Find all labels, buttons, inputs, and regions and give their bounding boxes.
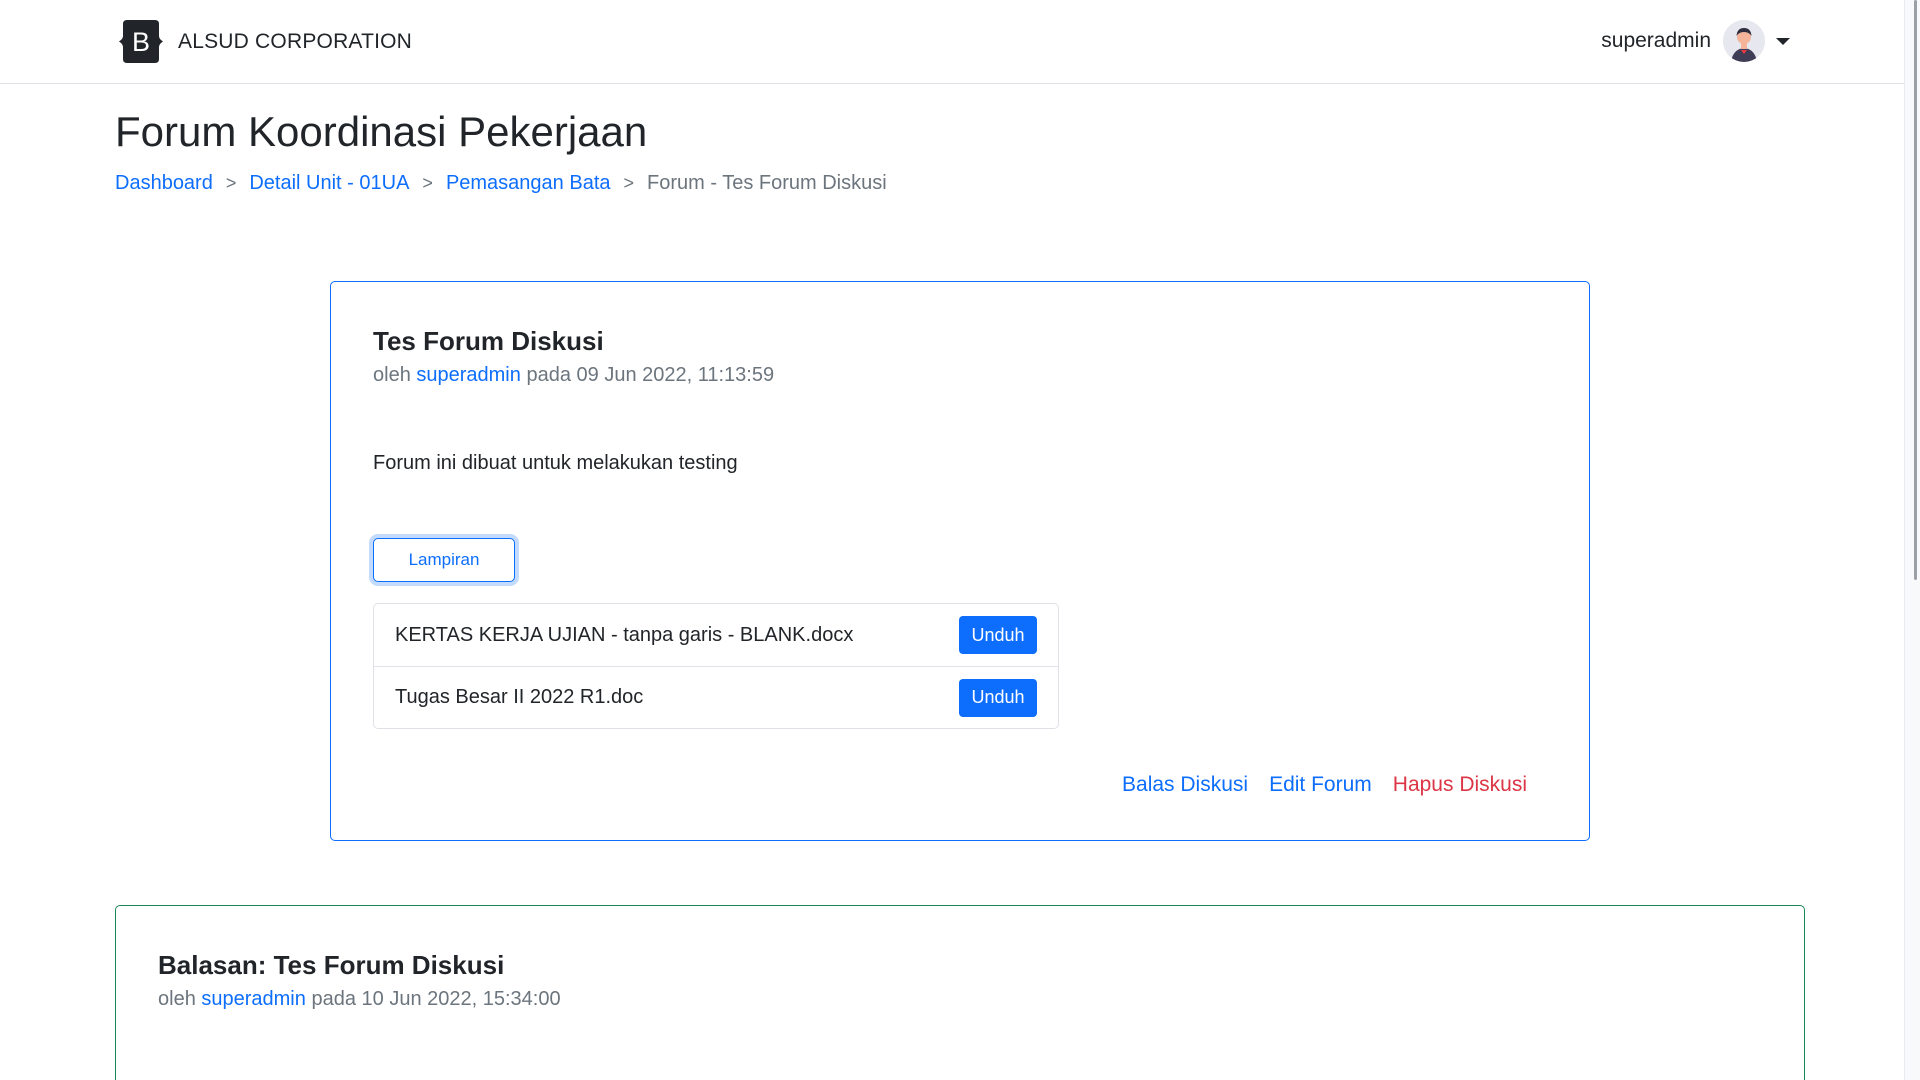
- attachment-filename: Tugas Besar II 2022 R1.doc: [395, 686, 644, 708]
- post-meta: oleh superadmin pada 09 Jun 2022, 11:13:…: [373, 364, 774, 387]
- avatar[interactable]: [1723, 20, 1765, 62]
- breadcrumb: Dashboard > Detail Unit - 01UA > Pemasan…: [115, 172, 887, 195]
- user-avatar-icon: [1723, 20, 1765, 62]
- post-author-link[interactable]: superadmin: [416, 364, 521, 386]
- download-button[interactable]: Unduh: [959, 678, 1037, 717]
- svg-text:B: B: [132, 27, 150, 57]
- breadcrumb-link-detail-unit[interactable]: Detail Unit - 01UA: [249, 172, 409, 195]
- scrollbar-thumb[interactable]: [1914, 0, 1917, 580]
- attachment-filename: KERTAS KERJA UJIAN - tanpa garis - BLANK…: [395, 623, 854, 646]
- bootstrap-logo-icon: B: [119, 20, 163, 63]
- meta-middle: pada: [311, 988, 356, 1010]
- reply-author-link[interactable]: superadmin: [201, 988, 306, 1010]
- reply-card: Balasan: Tes Forum Diskusi oleh superadm…: [115, 905, 1805, 1080]
- breadcrumb-link-pemasangan-bata[interactable]: Pemasangan Bata: [446, 172, 611, 195]
- attachment-list: KERTAS KERJA UJIAN - tanpa garis - BLANK…: [373, 603, 1059, 729]
- page-title: Forum Koordinasi Pekerjaan: [115, 108, 648, 155]
- page-scrollbar[interactable]: [1904, 0, 1920, 1080]
- username-label: superadmin: [1601, 29, 1711, 52]
- breadcrumb-current: Forum - Tes Forum Diskusi: [647, 172, 887, 194]
- edit-forum-link[interactable]: Edit Forum: [1269, 773, 1372, 797]
- reply-meta: oleh superadmin pada 10 Jun 2022, 15:34:…: [158, 988, 561, 1011]
- list-item: Tugas Besar II 2022 R1.doc Unduh: [374, 666, 1058, 728]
- top-navbar: B ALSUD CORPORATION superadmin: [0, 0, 1904, 84]
- reply-discussion-link[interactable]: Balas Diskusi: [1122, 773, 1248, 797]
- post-title: Tes Forum Diskusi: [373, 326, 604, 356]
- breadcrumb-separator: >: [623, 173, 635, 193]
- meta-prefix: oleh: [158, 988, 196, 1010]
- user-menu[interactable]: superadmin: [1601, 20, 1790, 62]
- post-actions: Balas Diskusi Edit Forum Hapus Diskusi: [1101, 773, 1527, 797]
- forum-post-card: Tes Forum Diskusi oleh superadmin pada 0…: [330, 281, 1590, 841]
- post-body: Forum ini dibuat untuk melakukan testing: [373, 452, 738, 474]
- meta-middle: pada: [526, 364, 571, 386]
- meta-prefix: oleh: [373, 364, 411, 386]
- breadcrumb-separator: >: [422, 173, 433, 193]
- delete-discussion-link[interactable]: Hapus Diskusi: [1393, 773, 1527, 797]
- reply-title: Balasan: Tes Forum Diskusi: [158, 950, 505, 980]
- brand-link[interactable]: B ALSUD CORPORATION: [115, 20, 412, 63]
- attachments-toggle-button[interactable]: Lampiran: [373, 538, 515, 582]
- brand-name: ALSUD CORPORATION: [178, 29, 413, 53]
- post-date: 09 Jun 2022, 11:13:59: [576, 364, 775, 386]
- breadcrumb-separator: >: [225, 173, 237, 193]
- chevron-down-icon[interactable]: [1776, 37, 1790, 45]
- breadcrumb-link-dashboard[interactable]: Dashboard: [115, 172, 213, 195]
- reply-date: 10 Jun 2022, 15:34:00: [361, 988, 561, 1010]
- list-item: KERTAS KERJA UJIAN - tanpa garis - BLANK…: [374, 604, 1058, 666]
- download-button[interactable]: Unduh: [959, 616, 1037, 654]
